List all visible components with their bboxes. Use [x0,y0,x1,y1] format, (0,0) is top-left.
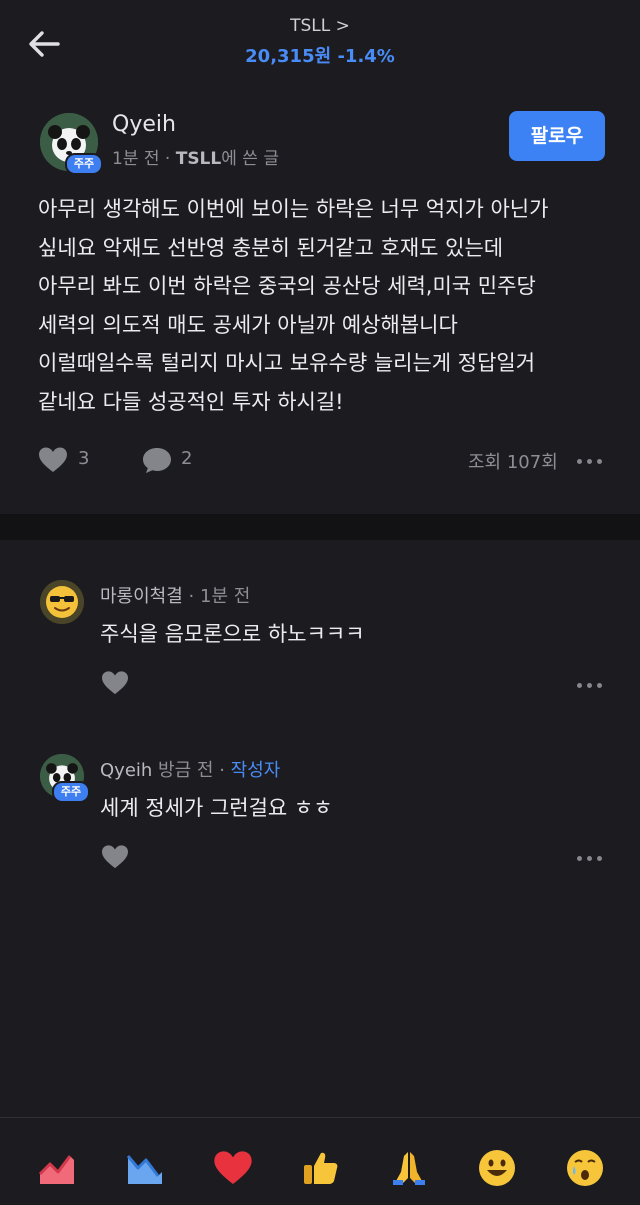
more-options-icon[interactable] [577,683,603,689]
comment-like-heart-icon[interactable] [101,670,129,696]
post-ticker[interactable]: TSLL [176,149,222,169]
chevron-right-icon: > [335,16,350,36]
like-heart-icon[interactable] [38,446,68,474]
smile-icon[interactable] [477,1148,517,1188]
post-body-line: 아무리 봐도 이번 하락은 중국의 공산당 세력,미국 민주당 [38,274,536,298]
thumbs-up-icon[interactable] [301,1148,341,1188]
price-change: -1.4% [337,46,395,67]
comment-header: Qyeih 방금 전 · 작성자 [100,756,280,782]
chart-down-icon[interactable] [125,1148,165,1188]
post-body-line: 아무리 생각해도 이번에 보이는 하락은 너무 억지가 아닌가 [38,197,549,221]
meta-separator: · [164,149,171,169]
comment-like-heart-icon[interactable] [101,844,129,870]
crying-face-icon[interactable] [565,1148,605,1188]
post-suffix: 에 쓴 글 [221,149,279,169]
comment-separator: · [219,760,225,781]
post-body-line: 세력의 의도적 매도 공세가 아닐까 예상해봅니다 [38,312,458,337]
more-options-icon[interactable] [577,856,603,862]
comment-count: 2 [181,448,193,469]
ticker-symbol: TSLL [290,16,331,36]
section-divider [0,514,640,540]
praying-hands-icon[interactable] [389,1148,429,1188]
comment-bubble-icon[interactable] [142,446,172,474]
post-author-name[interactable]: Qyeih [112,112,176,137]
post-time: 1분 전 [112,149,160,169]
comment-text: 주식을 음모론으로 하노ㅋㅋㅋ [100,622,365,646]
reaction-bar [0,1117,640,1205]
price-summary: 20,315원 -1.4% [0,42,640,68]
post-meta: 1분 전 · TSLL에 쓴 글 [112,144,279,169]
shareholder-badge: 주주 [65,153,103,175]
comment-author-name[interactable]: 마롱이척결 [100,586,183,607]
current-price: 20,315원 [245,46,332,67]
author-tag: 작성자 [230,760,281,781]
follow-button[interactable]: 팔로우 [509,111,605,161]
like-count: 3 [78,448,90,469]
shareholder-badge: 주주 [52,781,90,803]
top-header: TSLL > 20,315원 -1.4% [0,0,640,90]
heart-icon[interactable] [213,1148,253,1188]
comment-separator: · [188,586,195,607]
comment-time: 1분 전 [200,586,251,607]
comment-header: 마롱이척결 · 1분 전 [100,582,250,608]
post-body-line: 이럴때일수록 털리지 마시고 보유수량 늘리는게 정답일거 [38,351,536,375]
comment-text: 세계 정세가 그런걸요 ㅎㅎ [100,796,333,820]
more-options-icon[interactable] [577,459,603,465]
comment-time: 방금 전 [158,760,214,781]
post-body: 아무리 생각해도 이번에 보이는 하락은 너무 억지가 아닌가 싶네요 악재도 … [38,190,608,421]
avatar[interactable] [40,580,84,624]
post-body-line: 같네요 다들 성공적인 투자 하시길! [38,389,344,414]
post-body-line: 싶네요 악재도 선반영 충분히 된거같고 호재도 있는데 [38,235,504,260]
view-count: 조회 107회 [468,452,558,473]
ticker-title[interactable]: TSLL > [0,16,640,36]
comment-author-name[interactable]: Qyeih [100,760,152,781]
chart-up-icon[interactable] [37,1148,77,1188]
